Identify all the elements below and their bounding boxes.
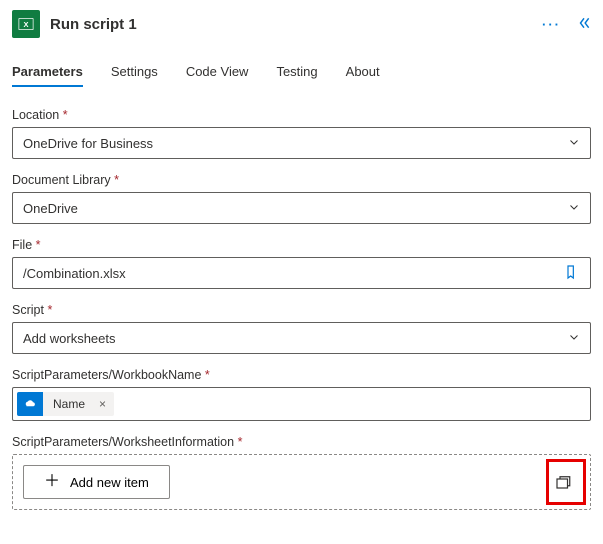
svg-text:X: X	[23, 20, 28, 29]
onedrive-icon	[17, 392, 43, 416]
worksheet-array: ＋ Add new item	[12, 454, 591, 510]
workbook-input[interactable]: Name ×	[12, 387, 591, 421]
token-label: Name	[43, 392, 91, 416]
worksheet-label: ScriptParameters/WorksheetInformation *	[12, 435, 591, 449]
file-label: File *	[12, 238, 591, 252]
dynamic-token: Name ×	[17, 392, 114, 416]
script-select[interactable]: Add worksheets	[12, 322, 591, 354]
chevron-down-icon	[568, 201, 580, 216]
library-label: Document Library *	[12, 173, 591, 187]
location-value: OneDrive for Business	[23, 136, 153, 151]
library-select[interactable]: OneDrive	[12, 192, 591, 224]
file-picker-icon[interactable]	[564, 264, 580, 283]
add-new-item-button[interactable]: ＋ Add new item	[23, 465, 170, 499]
more-menu-icon[interactable]: ···	[542, 17, 561, 32]
script-label: Script *	[12, 303, 591, 317]
workbook-label: ScriptParameters/WorkbookName *	[12, 368, 591, 382]
tab-settings[interactable]: Settings	[111, 60, 158, 87]
tab-parameters[interactable]: Parameters	[12, 60, 83, 87]
file-input[interactable]: /Combination.xlsx	[12, 257, 591, 289]
tab-bar: Parameters Settings Code View Testing Ab…	[12, 60, 591, 88]
library-value: OneDrive	[23, 201, 78, 216]
switch-to-array-icon[interactable]	[546, 465, 580, 499]
script-value: Add worksheets	[23, 331, 116, 346]
chevron-down-icon	[568, 331, 580, 346]
add-button-label: Add new item	[70, 475, 149, 490]
tab-testing[interactable]: Testing	[276, 60, 317, 87]
token-remove-icon[interactable]: ×	[91, 392, 114, 416]
action-title: Run script 1	[50, 16, 532, 33]
location-select[interactable]: OneDrive for Business	[12, 127, 591, 159]
location-label: Location *	[12, 108, 591, 122]
tab-code-view[interactable]: Code View	[186, 60, 249, 87]
plus-icon: ＋	[44, 474, 60, 490]
collapse-icon[interactable]	[577, 16, 591, 33]
file-value: /Combination.xlsx	[23, 266, 126, 281]
chevron-down-icon	[568, 136, 580, 151]
tab-about[interactable]: About	[346, 60, 380, 87]
excel-icon: X	[12, 10, 40, 38]
